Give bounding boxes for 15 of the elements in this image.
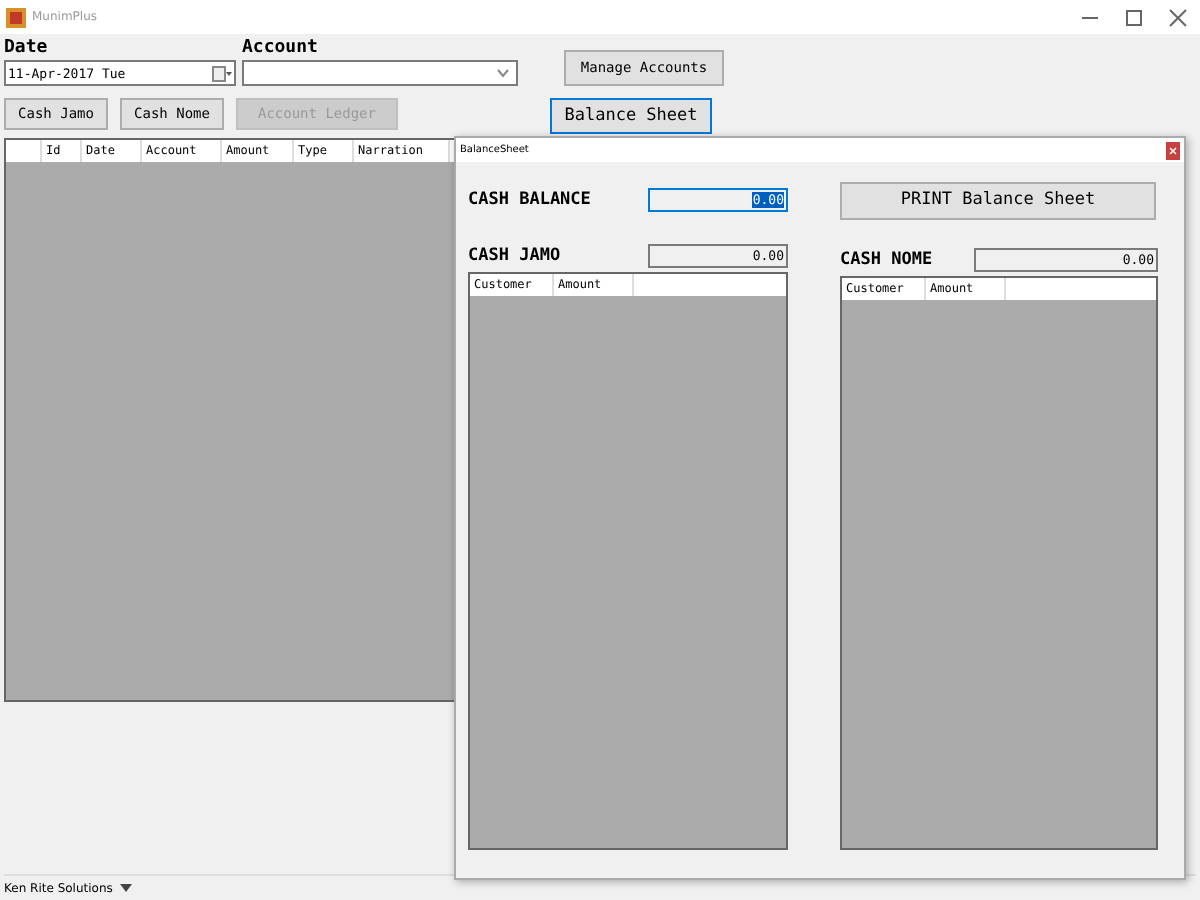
print-button[interactable]: PRINT Balance Sheet: [840, 181, 1156, 219]
balance-sheet-button[interactable]: Balance Sheet: [550, 98, 712, 134]
account-label: Account: [242, 36, 320, 60]
chevron-icon: [496, 68, 510, 78]
date-label: Date: [4, 36, 50, 60]
close-icon[interactable]: [1166, 141, 1180, 159]
maximize-icon[interactable]: [1124, 7, 1144, 27]
app-icon: [6, 7, 26, 27]
cash-balance-label: CASH BALANCE: [468, 190, 593, 210]
panel-label: CASH NOME: [840, 250, 933, 270]
panel-label: CASH JAMO: [468, 246, 561, 266]
close-icon[interactable]: [1168, 7, 1188, 27]
calendar-icon: [212, 65, 232, 81]
dropdown-arrow-icon[interactable]: [120, 884, 133, 892]
account-dropdown[interactable]: [242, 60, 518, 86]
